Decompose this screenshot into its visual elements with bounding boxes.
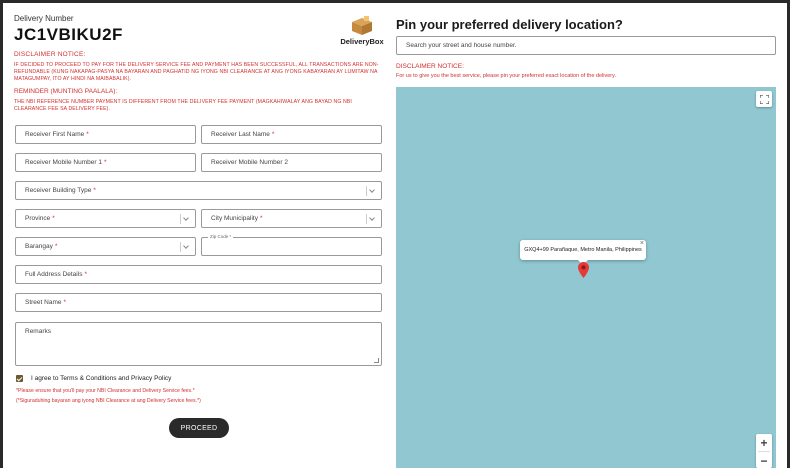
full-address-placeholder: Full Address Details: [25, 271, 83, 278]
popup-close-button[interactable]: ×: [640, 240, 644, 247]
chevron-down-icon: [180, 242, 190, 252]
map-pin-icon[interactable]: [578, 262, 589, 278]
required-mark: *: [52, 215, 55, 222]
required-mark: *: [229, 234, 232, 239]
chevron-down-icon: [366, 214, 376, 224]
reminder-title: REMINDER (MUNTING PAALALA):: [14, 88, 118, 95]
required-mark: *: [54, 243, 58, 250]
payment-note-filipino: (*Siguraduhing bayaran ang iyong NBI Cle…: [16, 398, 201, 404]
proceed-button[interactable]: PROCEED: [169, 418, 229, 438]
logo-text: DeliveryBox: [340, 37, 384, 46]
required-mark: *: [93, 187, 96, 194]
zip-code-label: Zip Code *: [208, 234, 234, 239]
province-select[interactable]: Province *: [15, 209, 196, 228]
city-municipality-select[interactable]: City Municipality *: [201, 209, 382, 228]
last-name-field[interactable]: Receiver Last Name *: [201, 125, 382, 144]
last-name-placeholder: Receiver Last Name: [211, 131, 270, 138]
box-icon: [352, 16, 372, 35]
required-mark: *: [103, 159, 107, 166]
location-popup: GXQ4+99 Parañaque, Metro Manila, Philipp…: [520, 240, 646, 265]
street-name-field[interactable]: Street Name *: [15, 293, 382, 312]
required-mark: *: [259, 215, 263, 222]
first-name-placeholder: Receiver First Name: [25, 131, 85, 138]
delivery-form-panel: Delivery Number JC1VBIKU2F DeliveryBox D…: [14, 14, 384, 113]
zoom-controls: + −: [756, 434, 772, 468]
zoom-out-button[interactable]: −: [756, 452, 772, 468]
full-address-field[interactable]: Full Address Details *: [15, 265, 382, 284]
zip-code-field[interactable]: [201, 237, 382, 256]
terms-checkbox[interactable]: [16, 375, 23, 382]
building-type-select[interactable]: Receiver Building Type *: [15, 181, 382, 200]
delivery-number-label: Delivery Number: [14, 14, 74, 23]
fullscreen-button[interactable]: [756, 91, 772, 107]
required-mark: *: [84, 271, 87, 278]
terms-label: I agree to Terms & Conditions and Privac…: [31, 375, 172, 382]
street-name-placeholder: Street Name: [25, 299, 62, 306]
required-mark: *: [63, 299, 67, 306]
disclaimer-text: IF DECIDED TO PROCEED TO PAY FOR THE DEL…: [14, 62, 379, 82]
resize-grip-icon[interactable]: [374, 358, 379, 363]
mobile-2-placeholder: Receiver Mobile Number 2: [211, 159, 288, 166]
disclaimer-title: DISCLAIMER NOTICE:: [14, 51, 86, 58]
terms-agreement: I agree to Terms & Conditions and Privac…: [16, 375, 171, 382]
fullscreen-icon: [759, 94, 769, 104]
remarks-textarea[interactable]: Remarks: [15, 322, 382, 366]
popup-address: GXQ4+99 Parañaque, Metro Manila, Philipp…: [524, 247, 642, 253]
barangay-select[interactable]: Barangay *: [15, 237, 196, 256]
map-disclaimer-title: DISCLAIMER NOTICE:: [396, 63, 464, 70]
chevron-down-icon: [366, 186, 376, 196]
chevron-down-icon: [180, 214, 190, 224]
delivery-number: JC1VBIKU2F: [14, 25, 123, 44]
zoom-in-button[interactable]: +: [756, 434, 772, 451]
search-placeholder: Search your street and house number.: [406, 42, 517, 49]
window-frame-left: [0, 0, 3, 468]
mobile-number-2-field[interactable]: Receiver Mobile Number 2: [201, 153, 382, 172]
building-type-placeholder: Receiver Building Type: [25, 187, 92, 194]
required-mark: *: [271, 131, 275, 138]
zip-code-text: Zip Code: [210, 234, 229, 239]
map-view[interactable]: GXQ4+99 Parañaque, Metro Manila, Philipp…: [396, 87, 776, 468]
map-disclaimer-text: For us to give you the best service, ple…: [396, 73, 617, 79]
city-placeholder: City Municipality: [211, 215, 258, 222]
window-frame-top: [0, 0, 790, 3]
province-placeholder: Province: [25, 215, 51, 222]
pin-location-title: Pin your preferred delivery location?: [396, 17, 623, 32]
deliverybox-logo: DeliveryBox: [336, 16, 388, 46]
first-name-field[interactable]: Receiver First Name *: [15, 125, 196, 144]
required-mark: *: [86, 131, 89, 138]
address-search-input[interactable]: Search your street and house number.: [396, 36, 776, 55]
remarks-placeholder: Remarks: [25, 328, 52, 335]
barangay-placeholder: Barangay: [25, 243, 53, 250]
reminder-text: THE NBI REFERENCE NUMBER PAYMENT IS DIFF…: [14, 99, 352, 112]
mobile-number-1-field[interactable]: Receiver Mobile Number 1 *: [15, 153, 196, 172]
payment-note-english: *Please ensure that you'll pay your NBI …: [16, 388, 195, 394]
mobile-1-placeholder: Receiver Mobile Number 1: [25, 159, 102, 166]
